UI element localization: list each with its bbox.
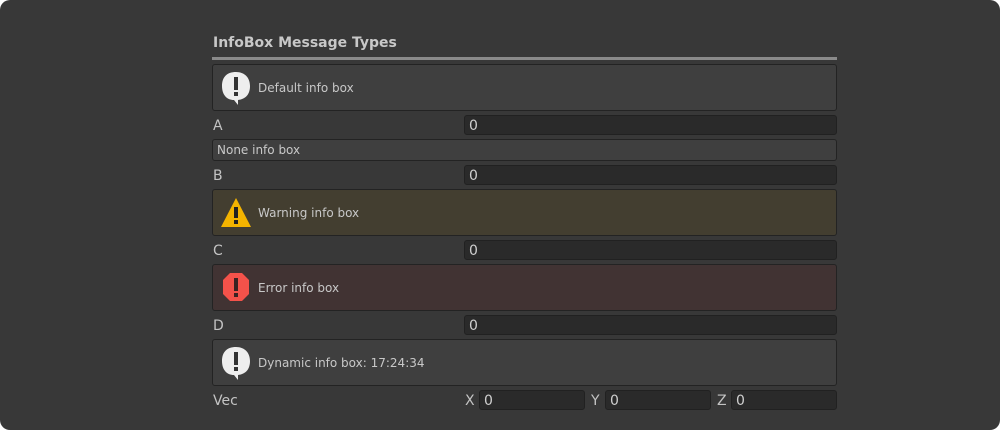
warning-icon bbox=[221, 197, 251, 227]
info-box-text: Error info box bbox=[258, 280, 340, 295]
field-b-input[interactable]: 0 bbox=[464, 165, 837, 185]
field-c-input[interactable]: 0 bbox=[464, 240, 837, 260]
field-label-c: C bbox=[213, 243, 223, 259]
inspector-panel: InfoBox Message Types Default info box A… bbox=[0, 0, 1000, 430]
field-label-d: D bbox=[213, 318, 224, 334]
info-icon bbox=[222, 71, 250, 105]
vec-y-label[interactable]: Y bbox=[591, 393, 600, 409]
info-box-text: Warning info box bbox=[258, 205, 360, 220]
warning-info-box: Warning info box bbox=[212, 189, 837, 236]
section-divider bbox=[212, 57, 837, 60]
vec-z-label[interactable]: Z bbox=[717, 393, 727, 409]
vec-z-input[interactable]: 0 bbox=[731, 390, 837, 410]
field-d-input[interactable]: 0 bbox=[464, 315, 837, 335]
vec-x-input[interactable]: 0 bbox=[479, 390, 585, 410]
vec-y-input[interactable]: 0 bbox=[605, 390, 711, 410]
info-icon bbox=[222, 346, 250, 380]
info-box-text: None info box bbox=[217, 143, 301, 157]
vec-label: Vec bbox=[213, 393, 238, 409]
field-label-b: B bbox=[213, 168, 223, 184]
dynamic-info-box: Dynamic info box: 17:24:34 bbox=[212, 339, 837, 386]
default-info-box: Default info box bbox=[212, 64, 837, 111]
field-label-a: A bbox=[213, 118, 223, 134]
vec-x-label[interactable]: X bbox=[465, 393, 475, 409]
field-a-input[interactable]: 0 bbox=[464, 115, 837, 135]
info-box-text: Dynamic info box: 17:24:34 bbox=[258, 355, 425, 370]
info-box-text: Default info box bbox=[258, 80, 354, 95]
none-info-box: None info box bbox=[212, 139, 837, 161]
error-info-box: Error info box bbox=[212, 264, 837, 311]
section-title: InfoBox Message Types bbox=[213, 35, 397, 51]
error-icon bbox=[223, 272, 249, 301]
